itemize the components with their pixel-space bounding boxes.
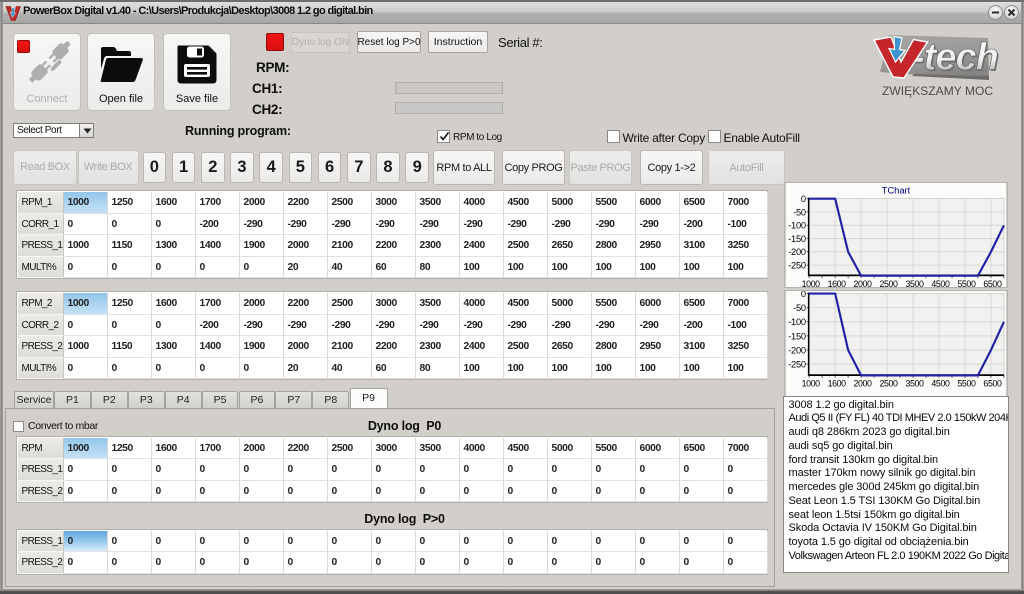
svg-text:1600: 1600 [828,279,847,288]
svg-text:2500: 2500 [880,379,899,389]
svg-text:2000: 2000 [853,379,872,389]
svg-text:4500: 4500 [931,279,950,288]
svg-text:1000: 1000 [802,279,821,288]
svg-text:1000: 1000 [802,379,821,389]
svg-text:-150: -150 [788,331,806,341]
svg-text:5500: 5500 [957,279,976,288]
svg-text:-200: -200 [788,247,806,257]
svg-text:6500: 6500 [983,379,1002,389]
svg-text:0: 0 [801,290,806,299]
svg-text:-200: -200 [788,345,806,355]
svg-text:-250: -250 [788,360,806,370]
svg-text:-50: -50 [793,207,806,217]
svg-text:-50: -50 [793,303,806,313]
svg-text:2000: 2000 [854,279,873,288]
svg-text:-250: -250 [788,261,806,271]
svg-text:-100: -100 [788,317,806,327]
svg-text:-150: -150 [788,234,806,244]
svg-text:-100: -100 [788,221,806,231]
svg-text:TChart: TChart [882,185,911,195]
svg-text:3500: 3500 [906,279,925,288]
svg-text:4500: 4500 [931,379,950,389]
svg-text:2500: 2500 [880,279,899,288]
svg-text:0: 0 [801,194,806,204]
svg-text:1600: 1600 [828,379,847,389]
svg-text:5500: 5500 [957,379,976,389]
svg-text:6500: 6500 [983,279,1002,288]
svg-text:3500: 3500 [906,379,925,389]
